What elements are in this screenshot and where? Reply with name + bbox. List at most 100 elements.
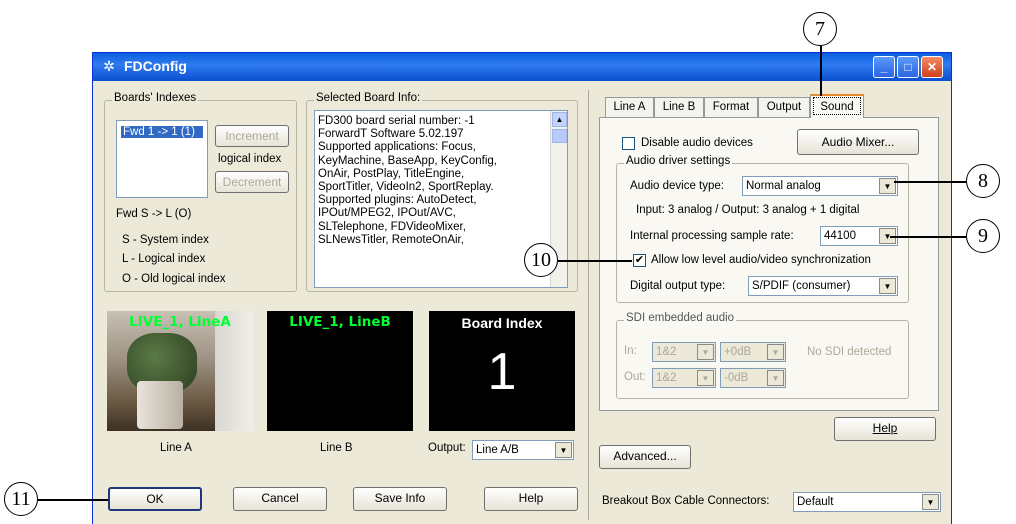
device-type-label: Audio device type: xyxy=(630,180,724,192)
help-right-button[interactable]: Help xyxy=(834,417,936,441)
legend-logical-index: L - Logical index xyxy=(122,253,206,265)
callout-11-leader xyxy=(38,499,108,501)
sdi-out-level-select[interactable]: -0dB ▼ xyxy=(720,368,786,388)
boards-list[interactable]: Fwd 1 -> 1 (1) xyxy=(116,120,208,198)
callout-10-leader xyxy=(558,260,632,262)
boards-indexes-label: Boards' Indexes xyxy=(112,92,199,104)
board-info-line: OnAir, PostPlay, TitleEngine, xyxy=(318,167,465,180)
sdi-out-label: Out: xyxy=(624,371,646,383)
io-info-text: Input: 3 analog / Output: 3 analog + 1 d… xyxy=(636,204,860,216)
chevron-down-icon[interactable]: ▼ xyxy=(697,370,714,386)
device-type-value: Normal analog xyxy=(746,180,821,192)
output-label: Output: xyxy=(428,442,466,454)
board-index-title: Board Index xyxy=(461,315,543,331)
disable-audio-label: Disable audio devices xyxy=(641,137,753,149)
close-button[interactable]: ✕ xyxy=(921,56,943,78)
minimize-button[interactable]: _ xyxy=(873,56,895,78)
cancel-button[interactable]: Cancel xyxy=(233,487,327,511)
board-info-line: Supported plugins: AutoDetect, xyxy=(318,194,477,207)
save-info-button[interactable]: Save Info xyxy=(353,487,447,511)
maximize-button[interactable]: □ xyxy=(897,56,919,78)
breakout-value: Default xyxy=(797,496,834,508)
board-index-value: 1 xyxy=(487,343,517,401)
sdi-in-level-value: +0dB xyxy=(724,346,752,358)
title-bar[interactable] xyxy=(93,53,951,81)
tab-line-a[interactable]: Line A xyxy=(605,97,654,117)
allow-sync-label: Allow low level audio/video synchronizat… xyxy=(651,254,871,266)
output-value: Line A/B xyxy=(476,444,519,456)
scroll-up-arrow-icon[interactable]: ▲ xyxy=(552,112,567,127)
board-info-line: KeyMachine, BaseApp, KeyConfig, xyxy=(318,154,497,167)
vertical-separator xyxy=(588,90,589,520)
tab-output[interactable]: Output xyxy=(758,97,810,117)
tab-format[interactable]: Format xyxy=(704,97,758,117)
legend-old-logical-index: O - Old logical index xyxy=(122,273,226,285)
sample-rate-label: Internal processing sample rate: xyxy=(630,230,794,242)
pot-image xyxy=(137,381,183,429)
sdi-out-level-value: -0dB xyxy=(724,372,749,384)
sample-rate-select[interactable]: 44100 ▼ xyxy=(820,226,898,246)
chevron-down-icon[interactable]: ▼ xyxy=(879,278,896,294)
list-item[interactable]: Fwd 1 -> 1 (1) xyxy=(121,126,203,138)
scroll-thumb[interactable] xyxy=(552,129,567,143)
audio-driver-label: Audio driver settings xyxy=(624,155,733,167)
device-type-select[interactable]: Normal analog ▼ xyxy=(742,176,898,196)
no-sdi-text: No SDI detected xyxy=(807,346,892,358)
board-info-line: ForwardT Software 5.02.197 xyxy=(318,128,464,141)
board-info-label: Selected Board Info: xyxy=(314,92,423,104)
disable-audio-checkbox[interactable] xyxy=(622,137,635,150)
callout-8-leader xyxy=(894,181,966,183)
board-info-line: SportTitler, VideoIn2, SportReplay. xyxy=(318,181,494,194)
callout-9: 9 xyxy=(966,219,1000,253)
line-b-overlay: LIVE_1, LineB xyxy=(289,314,391,330)
help-right-label: Help xyxy=(872,421,898,435)
board-info-line: FD300 board serial number: -1 xyxy=(318,115,475,127)
board-info-line: IPOut/MPEG2, IPOut/AVC, xyxy=(318,207,456,220)
chevron-down-icon[interactable]: ▼ xyxy=(922,494,939,510)
tab-sound[interactable]: Sound xyxy=(810,94,864,118)
audio-mixer-button[interactable]: Audio Mixer... xyxy=(797,129,919,155)
tools-icon: ✲ xyxy=(103,58,115,74)
chevron-down-icon[interactable]: ▼ xyxy=(767,370,784,386)
sdi-in-level-select[interactable]: +0dB ▼ xyxy=(720,342,786,362)
sdi-out-channel-value: 1&2 xyxy=(656,372,677,384)
callout-10: 10 xyxy=(524,243,558,277)
callout-7: 7 xyxy=(803,12,837,46)
sdi-out-channel-select[interactable]: 1&2 ▼ xyxy=(652,368,716,388)
fwd-mapping-label: Fwd S -> L (O) xyxy=(116,208,192,220)
tab-line-b[interactable]: Line B xyxy=(654,97,704,117)
window-title: FDConfig xyxy=(124,58,187,74)
chevron-down-icon[interactable]: ▼ xyxy=(767,344,784,360)
breakout-select[interactable]: Default ▼ xyxy=(793,492,941,512)
sdi-in-channel-value: 1&2 xyxy=(656,346,677,358)
callout-9-leader xyxy=(890,236,966,238)
board-info-line: Supported applications: Focus, xyxy=(318,141,476,154)
callout-7-leader xyxy=(820,46,822,96)
line-b-caption: Line B xyxy=(320,442,353,454)
callout-8: 8 xyxy=(966,164,1000,198)
sdi-embedded-label: SDI embedded audio xyxy=(624,312,737,324)
digital-output-label: Digital output type: xyxy=(630,280,726,292)
chevron-down-icon[interactable]: ▼ xyxy=(697,344,714,360)
board-info-line: SLNewsTitler, RemoteOnAir, xyxy=(318,233,464,246)
allow-sync-checkbox[interactable]: ✔ xyxy=(633,254,646,267)
digital-output-select[interactable]: S/PDIF (consumer) ▼ xyxy=(748,276,898,296)
decrement-button[interactable]: Decrement xyxy=(215,171,289,193)
ok-button[interactable]: OK xyxy=(108,487,202,511)
sample-rate-value: 44100 xyxy=(824,230,856,242)
legend-system-index: S - System index xyxy=(122,234,209,246)
help-button[interactable]: Help xyxy=(484,487,578,511)
line-a-caption: Line A xyxy=(160,442,192,454)
increment-button[interactable]: Increment xyxy=(215,125,289,147)
sdi-in-channel-select[interactable]: 1&2 ▼ xyxy=(652,342,716,362)
logical-index-label: logical index xyxy=(218,153,282,165)
advanced-button[interactable]: Advanced... xyxy=(599,445,691,469)
line-a-overlay: LIVE_1, LineA xyxy=(129,314,231,330)
board-info-text: FD300 board serial number: -1 ForwardT So… xyxy=(315,111,549,251)
sdi-in-label: In: xyxy=(624,345,637,357)
output-select[interactable]: Line A/B ▼ xyxy=(472,440,574,460)
breakout-label: Breakout Box Cable Connectors: xyxy=(602,495,770,507)
digital-output-value: S/PDIF (consumer) xyxy=(752,280,851,292)
chevron-down-icon[interactable]: ▼ xyxy=(555,442,572,458)
board-info-line: SLTelephone, FDVideoMixer, xyxy=(318,220,466,233)
